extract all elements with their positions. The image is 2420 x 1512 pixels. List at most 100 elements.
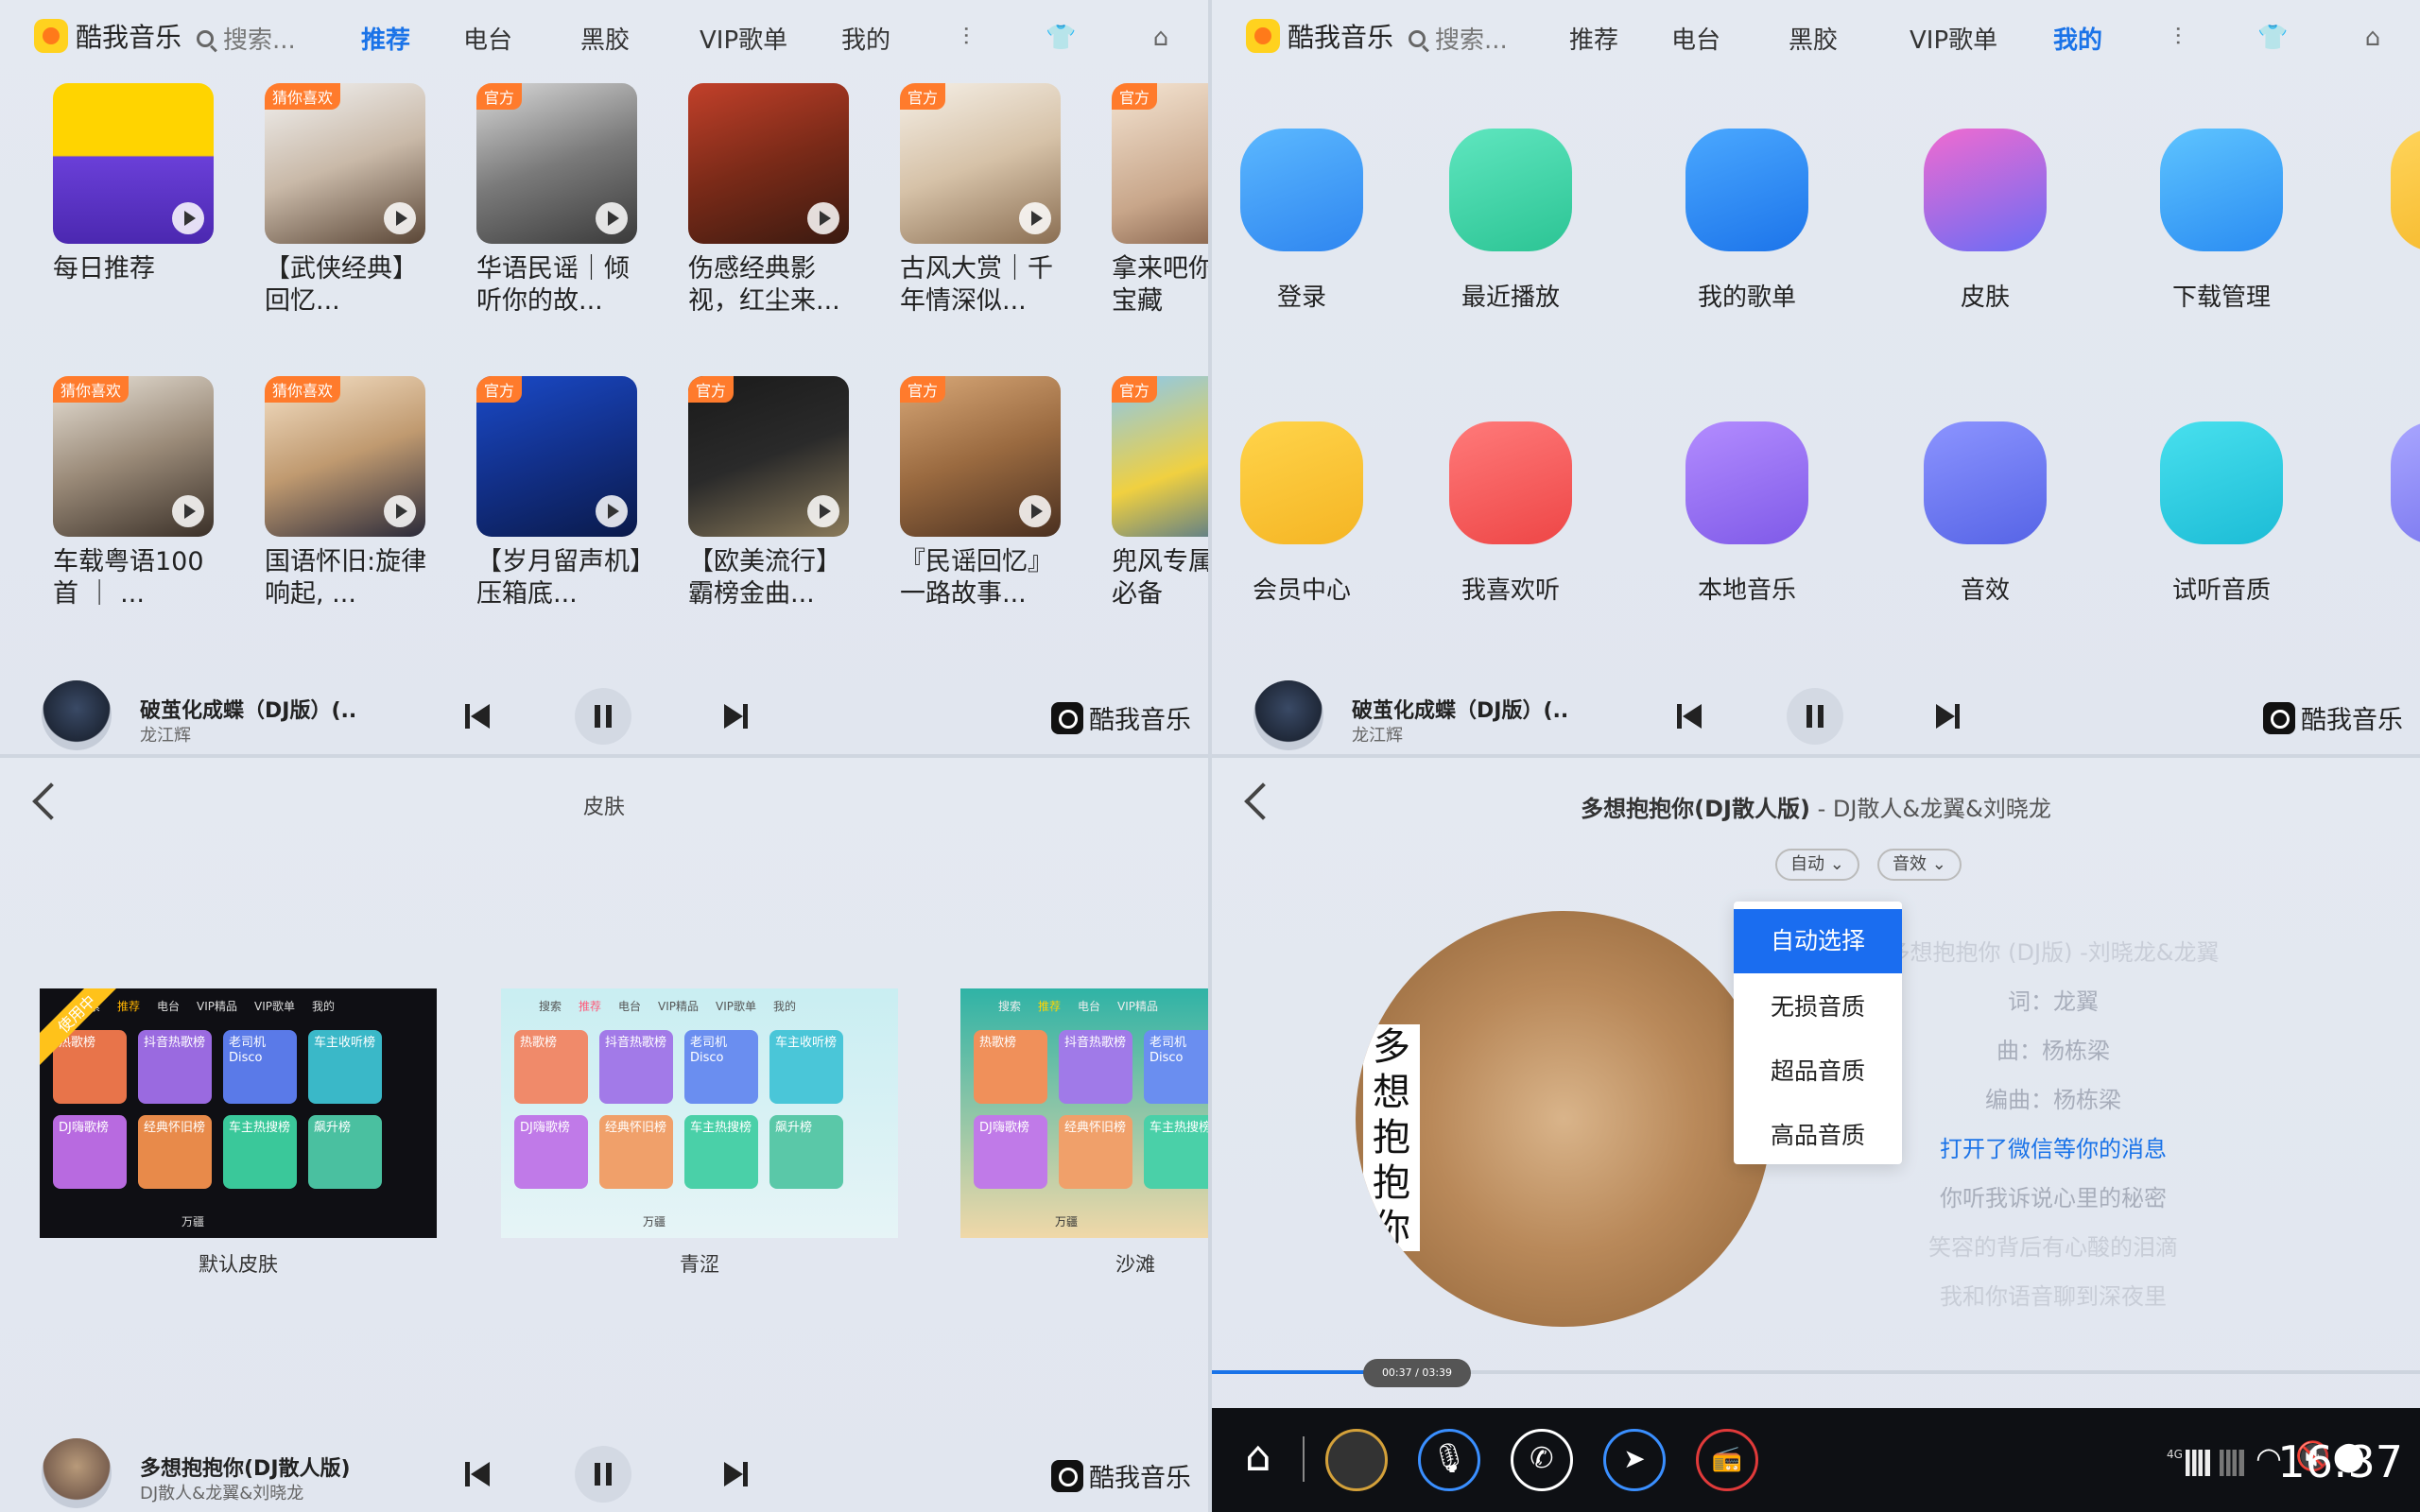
panel-mine: 酷我音乐 搜索... 推荐 电台 黑胶 VIP歌单 我的 ⫶ 👕 ⌂ 登录 最近… bbox=[1212, 0, 2420, 754]
tab-vip-playlist[interactable]: VIP歌单 bbox=[700, 21, 787, 56]
playlist-cover: 官方 bbox=[476, 83, 637, 244]
tab-radio[interactable]: 电台 bbox=[1671, 21, 1720, 56]
search-box[interactable]: 搜索... bbox=[197, 21, 296, 56]
previous-button[interactable] bbox=[450, 1446, 507, 1503]
feature-my-playlist[interactable]: 我的歌单 bbox=[1662, 129, 1832, 313]
skin-card-beach[interactable]: 搜索 推荐 电台 VIP精品 热歌榜 抖音热歌榜 老司机Disco DJ嗨歌榜 … bbox=[960, 988, 1208, 1238]
play-icon[interactable] bbox=[807, 202, 839, 234]
feature-sound-effect[interactable]: 音效 bbox=[1900, 421, 2070, 606]
app-logo[interactable]: 酷我音乐 bbox=[34, 17, 182, 55]
feature-partial[interactable]: 洲 bbox=[2367, 421, 2420, 606]
playlist-card[interactable]: 猜你喜欢 【武侠经典】 回忆... bbox=[265, 83, 425, 318]
lyric-line: 编曲：杨栋梁 bbox=[1985, 1087, 2121, 1113]
playlist-card[interactable]: 官方 古风大赏｜千年情深似... bbox=[900, 83, 1061, 318]
brand-name: 酷我音乐 bbox=[2301, 706, 2403, 735]
preview-tile: 车主热搜榜 bbox=[684, 1115, 758, 1189]
play-icon[interactable] bbox=[596, 202, 628, 234]
radio-icon[interactable]: 📻 bbox=[1696, 1429, 1758, 1491]
tab-radio[interactable]: 电台 bbox=[463, 21, 512, 56]
feature-vip-center[interactable]: 会员中心 bbox=[1217, 421, 1387, 606]
shirt-icon[interactable]: 👕 bbox=[2257, 23, 2288, 53]
quality-option[interactable]: 高品音质 bbox=[1734, 1104, 1902, 1168]
shirt-icon[interactable]: 👕 bbox=[1046, 23, 1076, 53]
quality-option[interactable]: 无损音质 bbox=[1734, 975, 1902, 1040]
chevrolet-icon[interactable] bbox=[1325, 1429, 1388, 1491]
phone-icon[interactable]: ✆ bbox=[1511, 1429, 1573, 1491]
tab-mine[interactable]: 我的 bbox=[841, 21, 890, 56]
playlist-card[interactable]: 官方 【欧美流行】霸榜金曲... bbox=[688, 376, 849, 610]
feature-local-music[interactable]: 本地音乐 bbox=[1662, 421, 1832, 606]
tab-recommend[interactable]: 推荐 bbox=[1569, 21, 1618, 56]
tab-recommend[interactable]: 推荐 bbox=[361, 21, 410, 56]
album-art[interactable] bbox=[1253, 680, 1323, 750]
playlist-card[interactable]: 每日推荐 bbox=[53, 83, 214, 285]
album-art[interactable] bbox=[42, 1438, 112, 1508]
play-icon[interactable] bbox=[596, 495, 628, 527]
equalizer-icon[interactable]: ⫶ bbox=[951, 23, 981, 53]
tab-vip-playlist[interactable]: VIP歌单 bbox=[1910, 21, 1997, 56]
album-art[interactable] bbox=[42, 680, 112, 750]
preview-song: 万疆 bbox=[1055, 1215, 1079, 1228]
feature-download[interactable]: 下载管理 bbox=[2136, 129, 2307, 313]
home-icon[interactable]: ⌂ bbox=[2358, 23, 2388, 53]
tab-vinyl[interactable]: 黑胶 bbox=[1789, 21, 1838, 56]
home-icon[interactable]: ⌂ bbox=[1146, 23, 1176, 53]
playlist-cover: 猜你喜欢 bbox=[265, 376, 425, 537]
next-button[interactable] bbox=[707, 688, 764, 745]
equalizer-icon[interactable]: ⫶ bbox=[2163, 23, 2193, 53]
feature-partial[interactable]: 迷 bbox=[2367, 129, 2420, 313]
playlist-card[interactable]: 猜你喜欢 车载粤语100首 ｜ ... bbox=[53, 376, 214, 610]
pause-button[interactable] bbox=[575, 688, 631, 745]
home-icon[interactable]: ⌂ bbox=[1227, 1429, 1289, 1491]
playlist-card[interactable]: 官方 拿来吧你这些宝藏 bbox=[1112, 83, 1208, 318]
quality-option[interactable]: 自动选择 bbox=[1734, 909, 1902, 973]
navigation-icon[interactable]: ➤ bbox=[1603, 1429, 1666, 1491]
playlist-card[interactable]: 伤感经典影视，红尘来... bbox=[688, 83, 849, 318]
skin-card-green[interactable]: 搜索 推荐 电台 VIP精品 VIP歌单 我的 热歌榜 抖音热歌榜 老司机Dis… bbox=[501, 988, 898, 1238]
previous-button[interactable] bbox=[1662, 688, 1719, 745]
playlist-card[interactable]: 官方 华语民谣｜倾听你的故... bbox=[476, 83, 637, 318]
preview-tile: 车主收听榜 bbox=[769, 1030, 843, 1104]
next-button[interactable] bbox=[1919, 688, 1976, 745]
quality-selector[interactable]: 自动 ⌄ bbox=[1775, 849, 1859, 881]
play-icon[interactable] bbox=[1019, 495, 1051, 527]
play-icon[interactable] bbox=[807, 495, 839, 527]
pause-button[interactable] bbox=[1787, 688, 1843, 745]
next-button[interactable] bbox=[707, 1446, 764, 1503]
partial-icon bbox=[2391, 421, 2420, 544]
play-icon[interactable] bbox=[384, 495, 416, 527]
play-icon[interactable] bbox=[172, 495, 204, 527]
pause-button[interactable] bbox=[575, 1446, 631, 1503]
playlist-card[interactable]: 猜你喜欢 国语怀旧:旋律响起, ... bbox=[265, 376, 426, 610]
playlist-title: 【武侠经典】 回忆... bbox=[265, 254, 418, 316]
song-title: 多想抱抱你(DJ散人版) bbox=[1581, 796, 1810, 822]
feature-recent[interactable]: 最近播放 bbox=[1426, 129, 1596, 313]
lyric-line: 你听我诉说心里的秘密 bbox=[1940, 1185, 2167, 1211]
search-box[interactable]: 搜索... bbox=[1409, 21, 1508, 56]
play-icon[interactable] bbox=[172, 202, 204, 234]
tab-vinyl[interactable]: 黑胶 bbox=[580, 21, 630, 56]
skin-preview-nav: 搜索 推荐 电台 VIP精品 bbox=[960, 988, 1208, 1022]
play-icon[interactable] bbox=[384, 202, 416, 234]
play-icon[interactable] bbox=[1019, 202, 1051, 234]
playlist-title: 兜风专属约会必备 bbox=[1112, 547, 1208, 609]
playlist-cover: 官方 bbox=[900, 83, 1061, 244]
quality-pill-label: 自动 bbox=[1790, 854, 1824, 874]
chevron-down-icon: ⌄ bbox=[1829, 854, 1844, 874]
quality-option[interactable]: 超品音质 bbox=[1734, 1040, 1902, 1104]
playlist-card[interactable]: 官方 兜风专属约会必备 bbox=[1112, 376, 1208, 610]
effect-selector[interactable]: 音效 ⌄ bbox=[1877, 849, 1962, 881]
playlist-card[interactable]: 官方 【岁月留声机】压箱底... bbox=[476, 376, 643, 610]
tab-mine[interactable]: 我的 bbox=[2053, 21, 2102, 56]
app-logo[interactable]: 酷我音乐 bbox=[1246, 17, 1393, 55]
search-icon bbox=[197, 29, 214, 47]
skin-card-default[interactable]: 搜索 推荐 电台 VIP精品 VIP歌单 我的 热歌榜 抖音热歌榜 老司机Dis… bbox=[40, 988, 437, 1238]
playlist-card[interactable]: 官方 『民谣回忆』一路故事... bbox=[900, 376, 1061, 610]
feature-skin[interactable]: 皮肤 bbox=[1900, 129, 2070, 313]
feature-favorites[interactable]: 我喜欢听 bbox=[1426, 421, 1596, 606]
previous-button[interactable] bbox=[450, 688, 507, 745]
time-display[interactable]: 00:37 / 03:39 bbox=[1363, 1359, 1471, 1387]
mic-icon[interactable]: 🎙 bbox=[1418, 1429, 1480, 1491]
feature-audio-quality[interactable]: 试听音质 bbox=[2136, 421, 2307, 606]
feature-login[interactable]: 登录 bbox=[1217, 129, 1387, 313]
